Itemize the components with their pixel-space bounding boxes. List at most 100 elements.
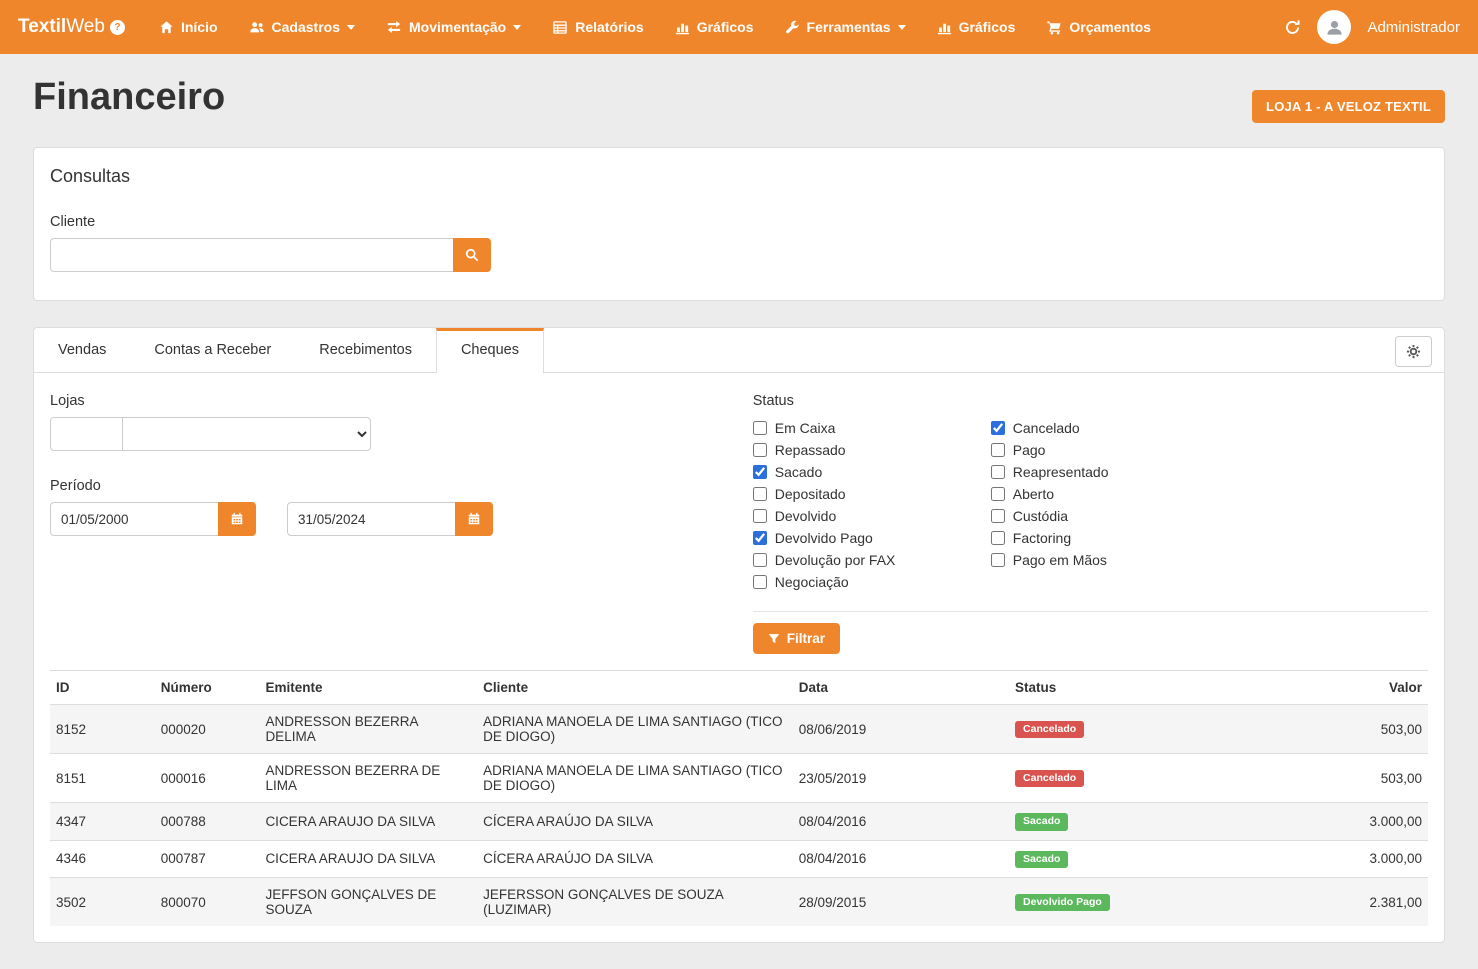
filter-button[interactable]: Filtrar <box>753 623 840 654</box>
help-icon[interactable]: ? <box>110 20 125 35</box>
checkbox[interactable] <box>991 553 1005 567</box>
checkbox[interactable] <box>753 443 767 457</box>
date-from-calendar-button[interactable] <box>218 502 256 536</box>
refresh-icon <box>1284 19 1301 36</box>
cliente-input[interactable] <box>50 238 453 272</box>
cell-numero: 000020 <box>155 705 260 754</box>
checkbox-label: Factoring <box>1013 530 1071 546</box>
table-row: 8152 000020 ANDRESSON BEZERRA DELIMA ADR… <box>50 705 1428 754</box>
status-checkbox-repassado[interactable]: Repassado <box>753 439 991 461</box>
status-label: Status <box>753 393 1428 409</box>
loja-select[interactable] <box>122 417 371 451</box>
status-checkbox-depositado[interactable]: Depositado <box>753 483 991 505</box>
nav-orcamentos[interactable]: Orçamentos <box>1046 19 1151 35</box>
tab-vendas[interactable]: Vendas <box>34 328 130 372</box>
checkbox-label: Pago <box>1013 442 1046 458</box>
checkbox[interactable] <box>753 575 767 589</box>
status-checkbox-custodia[interactable]: Custódia <box>991 505 1109 527</box>
caret-down-icon <box>513 25 521 30</box>
table-header-row: ID Número Emitente Cliente Data Status V… <box>50 671 1428 705</box>
cell-id: 3502 <box>50 878 155 927</box>
status-checkbox-reapresentado[interactable]: Reapresentado <box>991 461 1109 483</box>
nav-graficos-2[interactable]: Gráficos <box>937 19 1016 35</box>
consultas-title: Consultas <box>50 166 1428 187</box>
status-checkbox-devolvido[interactable]: Devolvido <box>753 505 991 527</box>
checkbox[interactable] <box>991 443 1005 457</box>
brand-textil: Textil <box>18 16 66 38</box>
nav-inicio[interactable]: Início <box>159 19 218 35</box>
nav-relatorios[interactable]: Relatórios <box>552 19 643 35</box>
status-checkbox-sacado[interactable]: Sacado <box>753 461 991 483</box>
column-header-cliente: Cliente <box>477 671 793 705</box>
cell-cliente: ADRIANA MANOELA DE LIMA SANTIAGO (TICO D… <box>477 754 793 803</box>
status-checkbox-pago-em-maos[interactable]: Pago em Mãos <box>991 549 1109 571</box>
nav-ferramentas[interactable]: Ferramentas <box>785 19 906 35</box>
status-checkbox-devolucao-por-fax[interactable]: Devolução por FAX <box>753 549 991 571</box>
status-checkbox-aberto[interactable]: Aberto <box>991 483 1109 505</box>
checkbox[interactable] <box>753 421 767 435</box>
checkbox[interactable] <box>991 509 1005 523</box>
status-checkbox-factoring[interactable]: Factoring <box>991 527 1109 549</box>
status-checkbox-negociacao[interactable]: Negociação <box>753 571 991 593</box>
checkbox[interactable] <box>991 487 1005 501</box>
calendar-icon <box>467 512 481 526</box>
checkbox[interactable] <box>753 553 767 567</box>
date-from-group <box>50 502 256 536</box>
cell-numero: 800070 <box>155 878 260 927</box>
checkbox[interactable] <box>991 531 1005 545</box>
brand-logo[interactable]: TextilWeb ? <box>18 16 125 38</box>
lojas-controls <box>50 417 753 451</box>
column-header-id: ID <box>50 671 155 705</box>
cell-status: Devolvido Pago <box>1009 878 1293 927</box>
store-button[interactable]: LOJA 1 - A VELOZ TEXTIL <box>1252 90 1445 123</box>
checkbox-label: Sacado <box>775 464 822 480</box>
nav-movimentacao[interactable]: Movimentação <box>386 19 521 35</box>
table-row: 8151 000016 ANDRESSON BEZERRA DE LIMA AD… <box>50 754 1428 803</box>
nav-graficos-1[interactable]: Gráficos <box>675 19 754 35</box>
checkbox[interactable] <box>991 421 1005 435</box>
checkbox[interactable] <box>991 465 1005 479</box>
cliente-search-button[interactable] <box>453 238 491 272</box>
settings-button[interactable] <box>1395 336 1432 367</box>
nav-cadastros[interactable]: Cadastros <box>249 19 355 35</box>
tab-recebimentos[interactable]: Recebimentos <box>295 328 436 372</box>
tab-contas-a-receber[interactable]: Contas a Receber <box>130 328 295 372</box>
status-checkbox-cancelado[interactable]: Cancelado <box>991 417 1109 439</box>
cell-emitente: JEFFSON GONÇALVES DE SOUZA <box>259 878 477 927</box>
checkbox[interactable] <box>753 487 767 501</box>
cell-status: Cancelado <box>1009 754 1293 803</box>
main-content: Financeiro LOJA 1 - A VELOZ TEXTIL Consu… <box>0 54 1478 969</box>
periodo-controls <box>50 502 753 536</box>
checkbox-label: Devolução por FAX <box>775 552 896 568</box>
checkbox[interactable] <box>753 531 767 545</box>
user-name[interactable]: Administrador <box>1367 19 1460 36</box>
status-checkbox-pago[interactable]: Pago <box>991 439 1109 461</box>
users-icon <box>249 20 265 35</box>
checkbox[interactable] <box>753 465 767 479</box>
bar-chart-icon <box>937 20 952 35</box>
filter-button-label: Filtrar <box>787 631 825 646</box>
cell-data: 08/06/2019 <box>793 705 1009 754</box>
cell-cliente: JEFERSSON GONÇALVES DE SOUZA (LUZIMAR) <box>477 878 793 927</box>
cell-id: 8152 <box>50 705 155 754</box>
cell-emitente: ANDRESSON BEZERRA DE LIMA <box>259 754 477 803</box>
main-nav: Início Cadastros Movimentação Relatórios… <box>159 19 1151 35</box>
date-from-input[interactable] <box>50 502 218 536</box>
gear-icon <box>1406 344 1421 359</box>
exchange-icon <box>386 20 402 34</box>
date-to-calendar-button[interactable] <box>455 502 493 536</box>
date-to-input[interactable] <box>287 502 455 536</box>
status-checkbox-em-caixa[interactable]: Em Caixa <box>753 417 991 439</box>
cell-numero: 000016 <box>155 754 260 803</box>
status-badge: Devolvido Pago <box>1015 894 1110 912</box>
tab-cheques[interactable]: Cheques <box>436 328 544 373</box>
avatar[interactable] <box>1317 10 1351 44</box>
loja-code-input[interactable] <box>50 417 123 451</box>
refresh-button[interactable] <box>1284 19 1301 36</box>
status-checkbox-devolvido-pago[interactable]: Devolvido Pago <box>753 527 991 549</box>
checkbox[interactable] <box>753 509 767 523</box>
column-header-numero: Número <box>155 671 260 705</box>
status-column-1: Em Caixa Repassado Sacado Depositad <box>753 417 991 593</box>
financeiro-tabs-panel: Vendas Contas a Receber Recebimentos Che… <box>33 327 1445 943</box>
cell-status: Cancelado <box>1009 705 1293 754</box>
